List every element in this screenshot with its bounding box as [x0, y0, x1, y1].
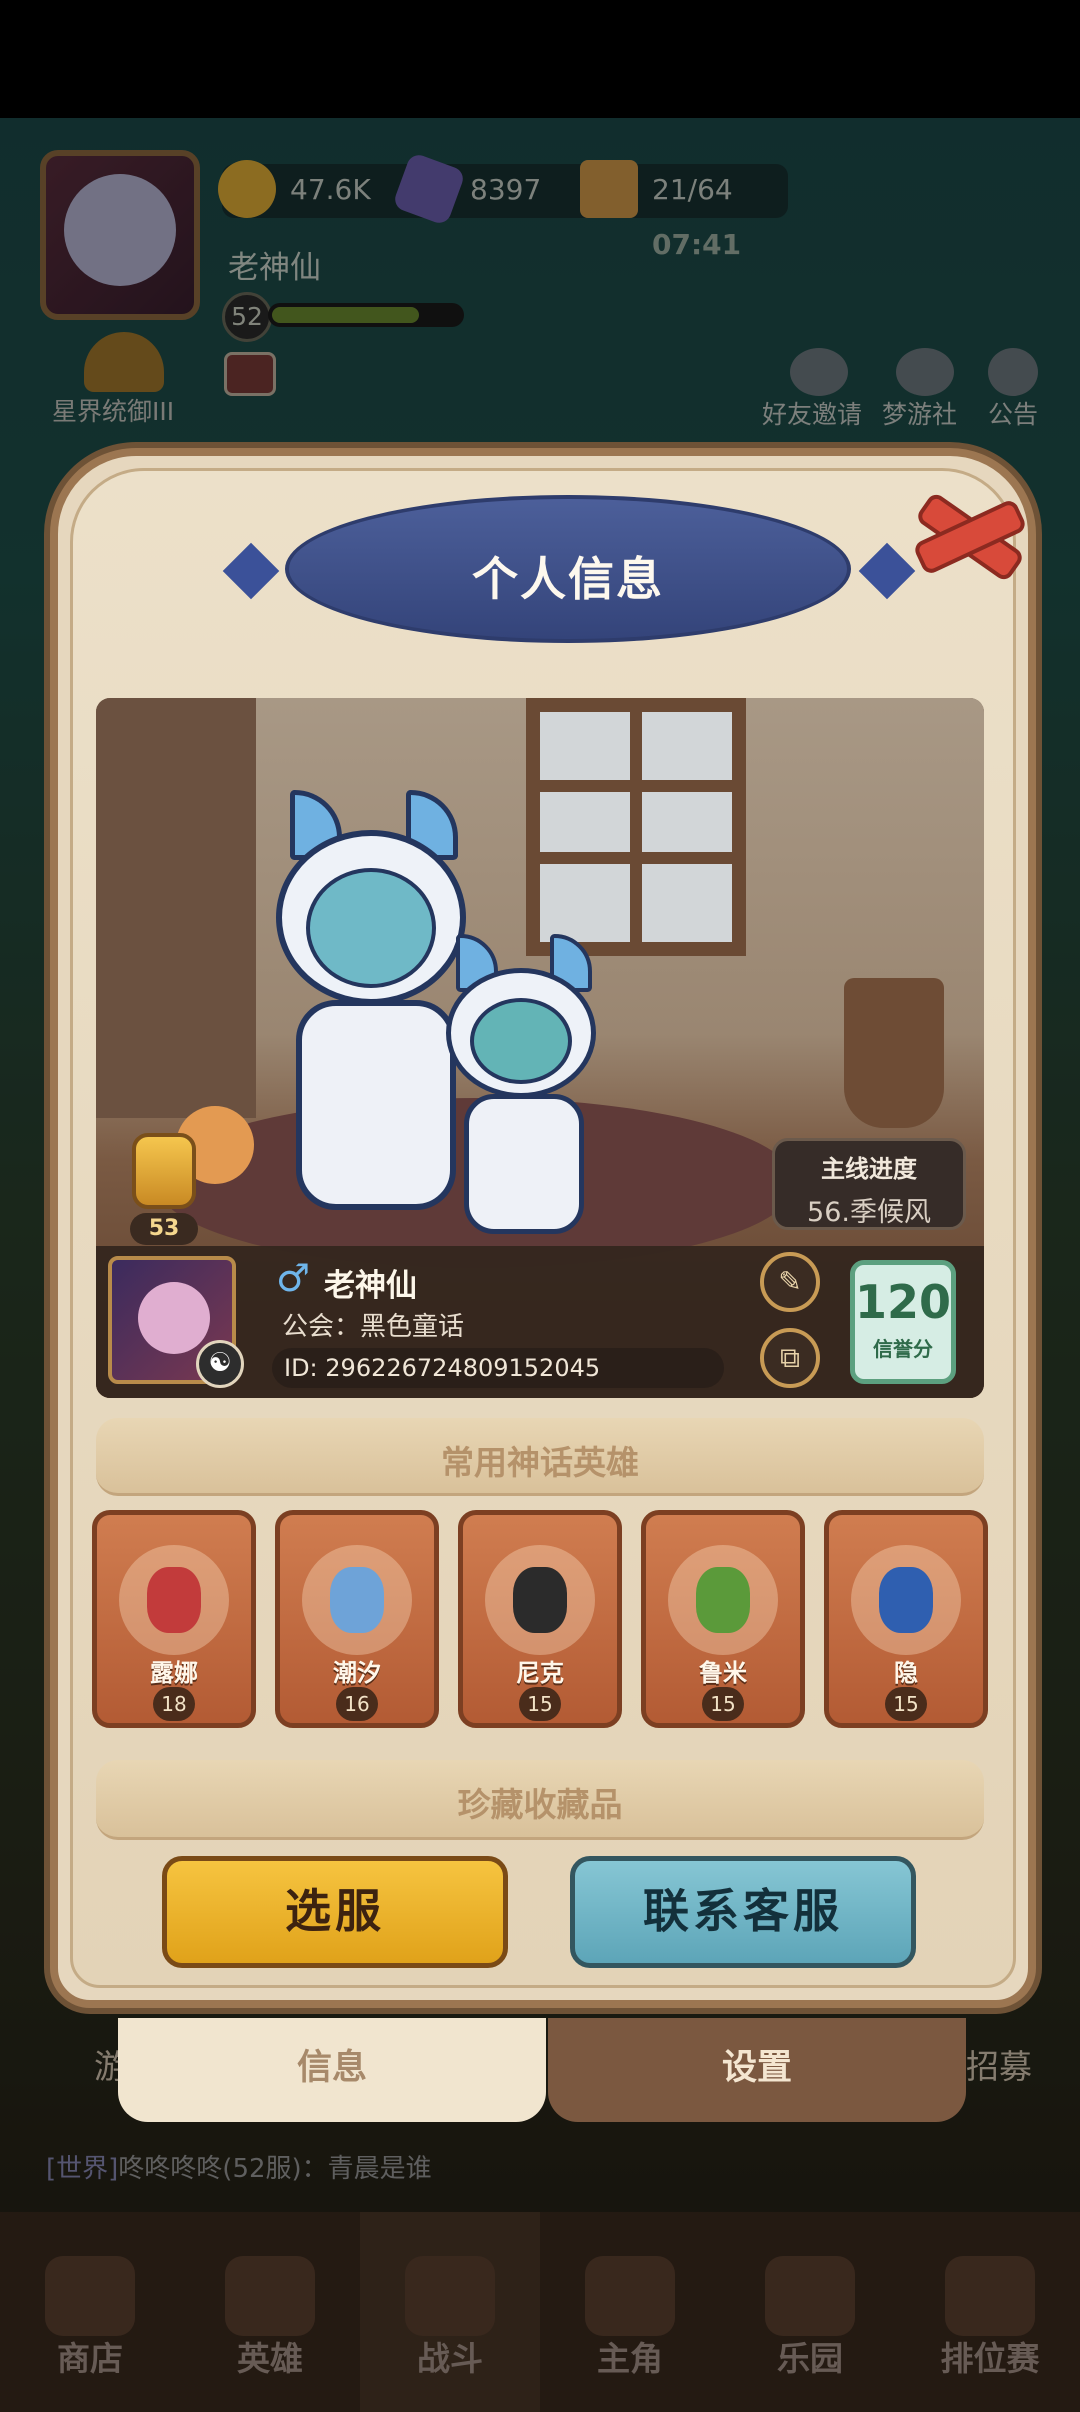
hero-slot[interactable]: 隐 15 [824, 1510, 988, 1728]
avatar-face [138, 1282, 210, 1354]
vase-decor [844, 978, 944, 1128]
hero-level: 15 [885, 1687, 927, 1721]
like-count: 53 [130, 1213, 198, 1245]
heroes-section-title: 常用神话英雄 [441, 1443, 639, 1482]
hero-portrait [302, 1545, 412, 1655]
collection-section-title: 珍藏收藏品 [457, 1785, 623, 1824]
hero-name: 潮汐 [333, 1659, 381, 1687]
profile-name: 老神仙 [324, 1268, 417, 1304]
hero-showcase-card[interactable]: 53 主线进度 56.季候风 ☯ ♂ 老神仙 公会：黑色童话 ID: 29622… [96, 698, 984, 1398]
hero-portrait [668, 1545, 778, 1655]
thumbs-up-icon [132, 1133, 196, 1209]
main-progress-value: 56.季候风 [807, 1197, 931, 1228]
edit-icon[interactable]: ✎ [760, 1252, 820, 1312]
tab-settings[interactable]: 设置 [548, 2018, 966, 2122]
window-decor [526, 698, 746, 956]
guild-name: 公会：黑色童话 [282, 1312, 465, 1342]
title-star-left-icon [222, 542, 280, 600]
credit-label: 信誉分 [873, 1337, 933, 1361]
heroes-section-header: 常用神话英雄 [96, 1418, 984, 1496]
hero-name: 露娜 [150, 1659, 198, 1687]
main-progress-box: 主线进度 56.季候风 [772, 1138, 966, 1230]
title-star-right-icon [858, 542, 916, 600]
hero-name: 尼克 [516, 1659, 564, 1687]
hero-name: 隐 [894, 1659, 918, 1687]
male-icon: ♂ [276, 1256, 311, 1300]
credit-score: 120 [855, 1275, 952, 1329]
hero-level: 18 [153, 1687, 195, 1721]
hero-slot[interactable]: 露娜 18 [92, 1510, 256, 1728]
contact-support-button[interactable]: 联系客服 [570, 1856, 916, 1968]
player-info-strip: ☯ ♂ 老神仙 公会：黑色童话 ID: 29622672480915204​5 … [96, 1246, 984, 1398]
like-button[interactable]: 53 [130, 1133, 198, 1245]
hero-slot[interactable]: 潮汐 16 [275, 1510, 439, 1728]
astronaut-hero-small [446, 934, 616, 1234]
hero-level: 15 [702, 1687, 744, 1721]
badge-seal-icon: ☯ [196, 1340, 244, 1388]
status-bar [0, 0, 1080, 118]
close-icon[interactable] [914, 480, 1018, 584]
credit-score-box[interactable]: 120 信誉分 [850, 1260, 956, 1384]
collection-section-header: 珍藏收藏品 [96, 1760, 984, 1840]
hero-slot[interactable]: 尼克 15 [458, 1510, 622, 1728]
dialog-title: 个人信息 [472, 552, 664, 606]
hero-slot[interactable]: 鲁米 15 [641, 1510, 805, 1728]
hero-level: 16 [336, 1687, 378, 1721]
tab-info[interactable]: 信息 [118, 2018, 546, 2122]
main-progress-label: 主线进度 [821, 1155, 917, 1183]
hero-portrait [851, 1545, 961, 1655]
player-id: ID: 29622672480915204​5 [272, 1348, 724, 1388]
copy-icon[interactable]: ⧉ [760, 1328, 820, 1388]
hero-portrait [119, 1545, 229, 1655]
profile-avatar[interactable]: ☯ [108, 1256, 244, 1388]
shelf-decor [96, 698, 256, 1118]
hero-level: 15 [519, 1687, 561, 1721]
hero-portrait [485, 1545, 595, 1655]
select-server-button[interactable]: 选服 [162, 1856, 508, 1968]
hero-name: 鲁米 [699, 1659, 747, 1687]
